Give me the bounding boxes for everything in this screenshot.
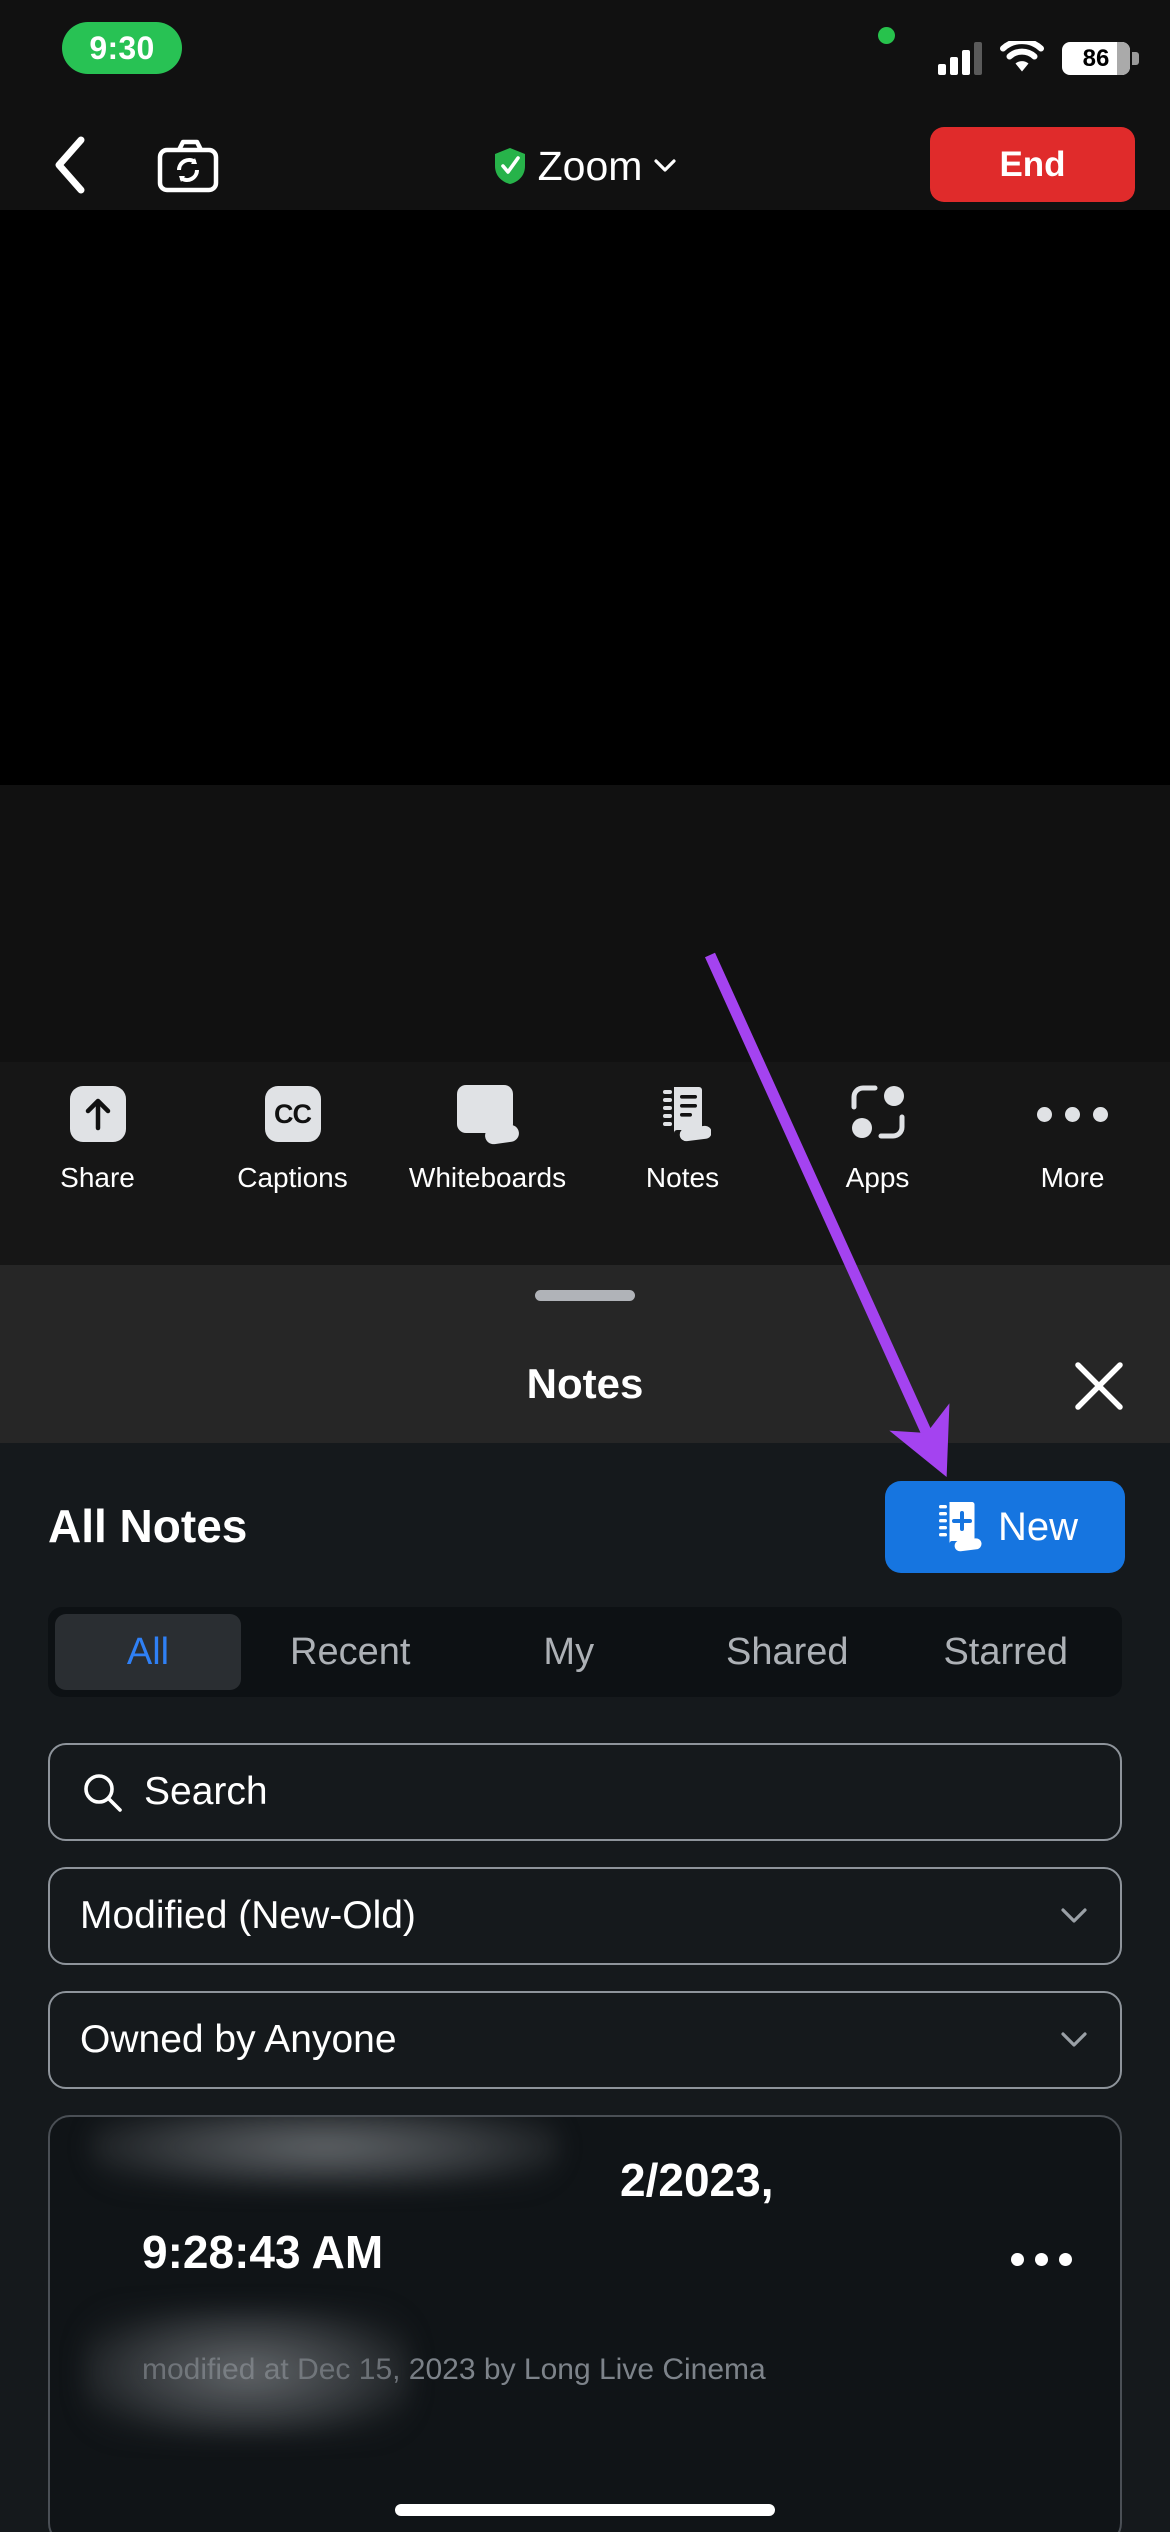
all-notes-title: All Notes bbox=[48, 1500, 248, 1552]
whiteboard-icon bbox=[456, 1085, 520, 1146]
meeting-title: Zoom bbox=[537, 142, 643, 189]
note-time: 9:28:43 AM bbox=[142, 2226, 384, 2278]
sheet-grabber-handle[interactable] bbox=[535, 1290, 635, 1301]
toolbar-label-share: Share bbox=[60, 1162, 135, 1193]
share-up-arrow-icon bbox=[69, 1086, 126, 1142]
notes-icon bbox=[655, 1084, 712, 1144]
apps-icon bbox=[849, 1083, 907, 1146]
battery-icon: 86 bbox=[1062, 42, 1139, 75]
owner-select[interactable]: Owned by Anyone bbox=[48, 1991, 1122, 2089]
end-button-label: End bbox=[999, 144, 1066, 184]
redaction-blur bbox=[82, 2307, 412, 2437]
tab-my-label: My bbox=[543, 1630, 595, 1673]
toolbar-item-more[interactable]: More bbox=[975, 1062, 1170, 1194]
note-overflow-button[interactable] bbox=[1011, 2253, 1072, 2266]
toolbar-item-captions[interactable]: CC Captions bbox=[195, 1062, 390, 1194]
toolbar-item-apps[interactable]: Apps bbox=[780, 1062, 975, 1194]
notes-sheet-header: Notes bbox=[0, 1265, 1170, 1443]
tab-all-label: All bbox=[126, 1630, 170, 1673]
tab-shared[interactable]: Shared bbox=[678, 1614, 897, 1690]
chevron-down-icon bbox=[1060, 2031, 1088, 2049]
redaction-blur bbox=[90, 2117, 560, 2189]
toolbar-label-apps: Apps bbox=[845, 1162, 910, 1193]
tab-recent[interactable]: Recent bbox=[241, 1614, 460, 1690]
tab-recent-label: Recent bbox=[290, 1630, 411, 1673]
cellular-signal-icon bbox=[938, 41, 982, 75]
chevron-down-icon bbox=[1060, 1907, 1088, 1925]
encryption-shield-icon bbox=[494, 147, 526, 185]
search-placeholder: Search bbox=[144, 1770, 268, 1813]
sort-select-value: Modified (New-Old) bbox=[80, 1894, 416, 1937]
chevron-down-icon bbox=[654, 159, 677, 173]
wifi-icon bbox=[1000, 38, 1044, 75]
note-list-item[interactable]: 2/2023, 9:28:43 AM modified at Dec 15, 2… bbox=[48, 2115, 1122, 2532]
battery-shade bbox=[1117, 42, 1130, 75]
video-stage[interactable] bbox=[0, 210, 1170, 655]
search-icon bbox=[80, 1770, 124, 1814]
notes-panel: All Notes New All Recent My Shared Starr… bbox=[0, 1443, 1170, 2532]
meeting-nav-bar: Zoom End bbox=[0, 120, 1170, 210]
recording-indicator-dot bbox=[878, 27, 895, 44]
toolbar-label-captions: Captions bbox=[237, 1162, 348, 1193]
tab-all[interactable]: All bbox=[55, 1614, 241, 1690]
sort-select[interactable]: Modified (New-Old) bbox=[48, 1867, 1122, 1965]
new-note-label: New bbox=[997, 1504, 1079, 1549]
close-x-icon bbox=[1075, 1362, 1123, 1410]
meeting-toolbar: Share CC Captions Whiteboards Notes Apps… bbox=[0, 1062, 1170, 1265]
status-bar-right: 86 bbox=[938, 30, 1139, 75]
tab-starred[interactable]: Starred bbox=[897, 1614, 1116, 1690]
toolbar-label-whiteboards: Whiteboards bbox=[408, 1162, 567, 1193]
status-bar-time: 9:30 bbox=[89, 29, 155, 66]
tab-shared-label: Shared bbox=[725, 1630, 849, 1673]
owner-select-value: Owned by Anyone bbox=[80, 2018, 397, 2061]
new-note-icon bbox=[932, 1499, 982, 1555]
end-meeting-button[interactable]: End bbox=[930, 127, 1135, 202]
battery-level: 86 bbox=[1082, 44, 1110, 72]
toolbar-item-share[interactable]: Share bbox=[0, 1062, 195, 1194]
tab-starred-label: Starred bbox=[943, 1630, 1069, 1673]
note-title: 2/2023, bbox=[620, 2154, 774, 2206]
home-indicator bbox=[395, 2504, 775, 2516]
call-time-pill[interactable]: 9:30 bbox=[62, 22, 182, 74]
zoom-meeting-screen: 9:30 86 Zoom End Share CC Captions White… bbox=[0, 0, 1170, 2532]
all-notes-header-row: All Notes New bbox=[0, 1481, 1170, 1591]
close-notes-button[interactable] bbox=[1070, 1357, 1128, 1415]
status-bar: 9:30 86 bbox=[0, 0, 1170, 95]
more-ellipsis-icon bbox=[1037, 1106, 1108, 1122]
search-input[interactable]: Search bbox=[48, 1743, 1122, 1841]
notes-sheet-title: Notes bbox=[526, 1360, 644, 1407]
video-stage-lower bbox=[0, 655, 1170, 785]
toolbar-item-notes[interactable]: Notes bbox=[585, 1062, 780, 1194]
toolbar-item-whiteboards[interactable]: Whiteboards bbox=[390, 1062, 585, 1194]
notes-filter-tabs: All Recent My Shared Starred bbox=[48, 1607, 1122, 1697]
tab-my[interactable]: My bbox=[460, 1614, 679, 1690]
toolbar-label-notes: Notes bbox=[645, 1162, 720, 1193]
toolbar-label-more: More bbox=[1040, 1162, 1105, 1193]
new-note-button[interactable]: New bbox=[885, 1481, 1125, 1573]
closed-captions-icon: CC bbox=[264, 1086, 321, 1142]
